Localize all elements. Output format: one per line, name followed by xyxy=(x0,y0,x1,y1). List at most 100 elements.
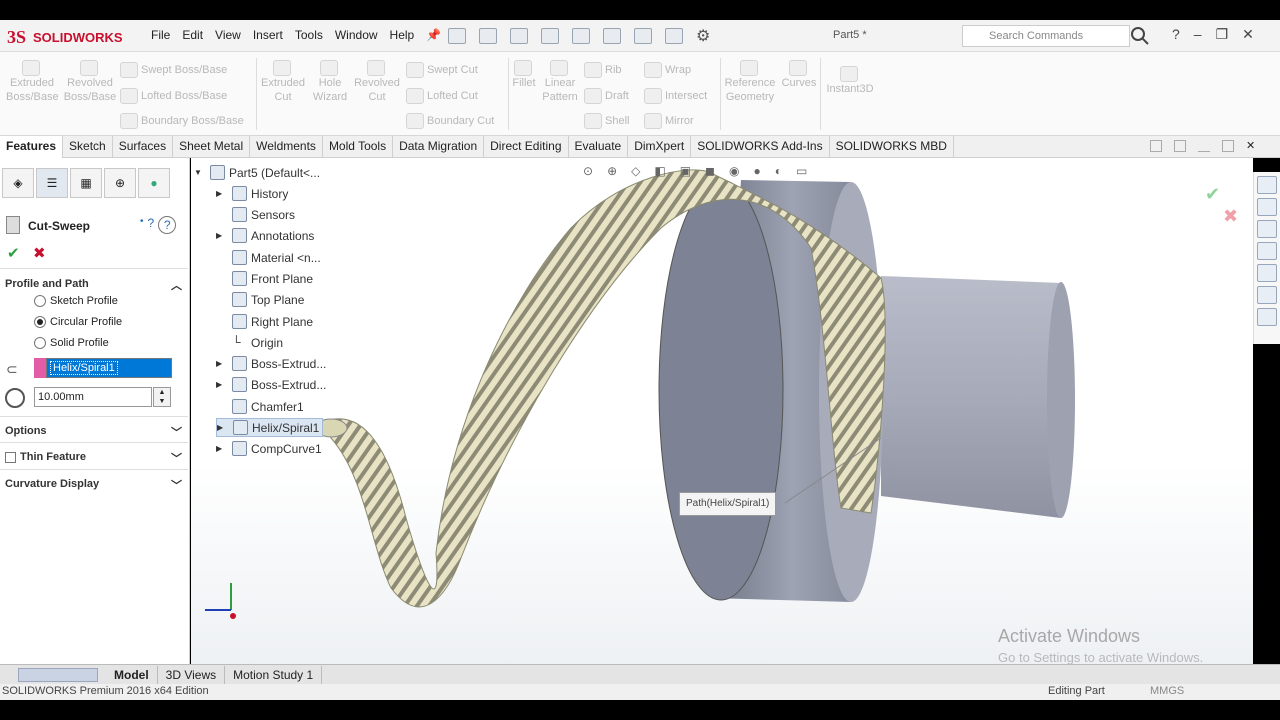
design-library-icon[interactable] xyxy=(1257,220,1277,238)
view-orientation-icon[interactable]: ▣ xyxy=(680,164,691,178)
tab-evaluate[interactable]: Evaluate xyxy=(569,136,629,158)
boundary-cut-button[interactable]: Boundary Cut xyxy=(406,113,494,129)
tree-item-chamfer1[interactable]: Chamfer1 xyxy=(216,399,304,414)
print-icon[interactable] xyxy=(541,28,559,44)
tree-item-top-plane[interactable]: Top Plane xyxy=(216,292,304,307)
tab-sheet-metal[interactable]: Sheet Metal xyxy=(173,136,251,158)
draft-button[interactable]: Draft xyxy=(584,88,629,104)
curves-button[interactable]: Curves xyxy=(780,60,818,90)
options-header[interactable]: Options ﹀ xyxy=(0,421,188,441)
revolved-boss-button[interactable]: Revolved Boss/Base xyxy=(62,60,118,104)
options-gear-icon[interactable]: ⚙ xyxy=(696,26,710,46)
configuration-manager-tab-icon[interactable]: ▦ xyxy=(70,168,102,198)
feature-manager-tab-icon[interactable]: ◈ xyxy=(2,168,34,198)
diameter-input[interactable]: 10.00mm xyxy=(34,387,152,407)
sketch-profile-radio[interactable]: Sketch Profile xyxy=(34,295,118,307)
view-settings-icon[interactable]: ▭ xyxy=(796,164,807,178)
custom-properties-icon[interactable] xyxy=(1257,308,1277,326)
confirm-corner-ok-icon[interactable]: ✔ xyxy=(1205,184,1220,205)
file-properties-icon[interactable] xyxy=(665,28,683,44)
display-manager-tab-icon[interactable]: ● xyxy=(138,168,170,198)
open-icon[interactable] xyxy=(479,28,497,44)
new-document-icon[interactable] xyxy=(448,28,466,44)
zoom-area-icon[interactable]: ⊕ xyxy=(607,164,617,178)
tree-item-compcurve1[interactable]: ▶ CompCurve1 xyxy=(216,441,322,456)
reference-geometry-button[interactable]: Reference Geometry xyxy=(722,60,778,104)
tree-item-annotations[interactable]: ▶ Annotations xyxy=(216,228,314,243)
help-icon[interactable]: ? xyxy=(158,216,177,234)
apply-scene-icon[interactable]: ◐ xyxy=(775,164,782,178)
cancel-x-icon[interactable]: ✖ xyxy=(33,244,46,262)
detailed-preview-icon[interactable]: • xyxy=(140,216,144,234)
tab-model[interactable]: Model xyxy=(106,665,158,684)
tab-surfaces[interactable]: Surfaces xyxy=(113,136,174,158)
search-input[interactable]: Search Commands xyxy=(962,25,1130,47)
revolved-cut-button[interactable]: Revolved Cut xyxy=(352,60,402,104)
status-units[interactable]: MMGS xyxy=(1150,685,1184,697)
dimxpert-manager-tab-icon[interactable]: ⊕ xyxy=(104,168,136,198)
restore-icon[interactable]: ❐ xyxy=(1216,26,1229,43)
view-palette-icon[interactable] xyxy=(1257,264,1277,282)
search-icon[interactable] xyxy=(1130,26,1150,46)
ok-check-icon[interactable]: ✔ xyxy=(7,244,20,262)
lofted-boss-button[interactable]: Lofted Boss/Base xyxy=(120,88,227,104)
tab-scroll-arrows[interactable] xyxy=(18,667,98,682)
tree-item-origin[interactable]: └ Origin xyxy=(216,335,283,350)
tree-item-boss-extrude-2[interactable]: ▶ Boss-Extrud... xyxy=(216,377,326,392)
tab-features[interactable]: Features xyxy=(0,136,64,158)
menu-tools[interactable]: Tools xyxy=(294,26,324,44)
diameter-spinner[interactable]: ▲ ▼ xyxy=(153,387,171,407)
close-doc-icon[interactable]: ✕ xyxy=(1246,140,1258,152)
swept-cut-button[interactable]: Swept Cut xyxy=(406,62,478,78)
minimize-doc-icon[interactable] xyxy=(1198,140,1210,152)
menu-edit[interactable]: Edit xyxy=(181,26,204,44)
property-manager-tab-icon[interactable]: ☰ xyxy=(36,168,68,198)
zoom-to-fit-icon[interactable]: ⊙ xyxy=(583,164,593,178)
path-callout[interactable]: Path(Helix/Spiral1) xyxy=(679,492,777,516)
appearances-icon[interactable] xyxy=(1257,286,1277,304)
restore-doc-icon[interactable] xyxy=(1222,140,1234,152)
menu-file[interactable]: File xyxy=(150,26,171,44)
path-selection-field[interactable]: Helix/Spiral1 xyxy=(46,358,172,378)
linear-pattern-button[interactable]: Linear Pattern xyxy=(540,60,580,104)
select-icon[interactable] xyxy=(603,28,621,44)
tab-weldments[interactable]: Weldments xyxy=(250,136,323,158)
solid-profile-radio[interactable]: Solid Profile xyxy=(34,337,109,349)
pin-icon[interactable]: 📌 xyxy=(425,26,442,44)
home-icon[interactable] xyxy=(1257,176,1277,194)
edit-appearance-icon[interactable]: ● xyxy=(754,164,761,178)
tree-root-part5[interactable]: ▼ Part5 (Default<... xyxy=(194,165,320,180)
tab-dimxpert[interactable]: DimXpert xyxy=(628,136,692,158)
mirror-button[interactable]: Mirror xyxy=(644,113,694,129)
boundary-boss-button[interactable]: Boundary Boss/Base xyxy=(120,113,244,129)
circular-profile-radio[interactable]: Circular Profile xyxy=(34,316,122,328)
menu-window[interactable]: Window xyxy=(334,26,379,44)
tree-item-material[interactable]: Material <n... xyxy=(216,250,321,265)
tree-item-boss-extrude-1[interactable]: ▶ Boss-Extrud... xyxy=(216,356,326,371)
minimize-icon[interactable]: – xyxy=(1194,26,1202,43)
display-style-icon[interactable]: ◼ xyxy=(705,164,715,178)
tab-sketch[interactable]: Sketch xyxy=(63,136,113,158)
previous-view-icon[interactable]: ◇ xyxy=(631,164,640,178)
extruded-cut-button[interactable]: Extruded Cut xyxy=(258,60,308,104)
rib-button[interactable]: Rib xyxy=(584,62,622,78)
tab-solidworks-add-ins[interactable]: SOLIDWORKS Add-Ins xyxy=(691,136,830,158)
tree-item-sensors[interactable]: Sensors xyxy=(216,207,295,222)
wrap-button[interactable]: Wrap xyxy=(644,62,691,78)
tab-solidworks-mbd[interactable]: SOLIDWORKS MBD xyxy=(830,136,954,158)
profile-and-path-header[interactable]: Profile and Path ︿ xyxy=(0,274,188,294)
undo-icon[interactable] xyxy=(572,28,590,44)
tree-item-front-plane[interactable]: Front Plane xyxy=(216,271,313,286)
menu-help[interactable]: Help xyxy=(389,26,416,44)
thin-feature-checkbox[interactable] xyxy=(5,451,16,463)
shell-button[interactable]: Shell xyxy=(584,113,629,129)
menu-view[interactable]: View xyxy=(214,26,242,44)
curvature-display-header[interactable]: Curvature Display ﹀ xyxy=(0,474,188,494)
solidworks-logo[interactable]: 3S SOLIDWORKS xyxy=(6,24,130,50)
extruded-boss-button[interactable]: Extruded Boss/Base xyxy=(6,60,59,104)
tab-direct-editing[interactable]: Direct Editing xyxy=(484,136,569,158)
hide-show-icon[interactable]: ◉ xyxy=(729,164,739,178)
thin-feature-header[interactable]: Thin Feature ﹀ xyxy=(0,447,188,467)
tree-item-history[interactable]: ▶ History xyxy=(216,186,288,201)
close-icon[interactable]: ✕ xyxy=(1242,26,1254,43)
